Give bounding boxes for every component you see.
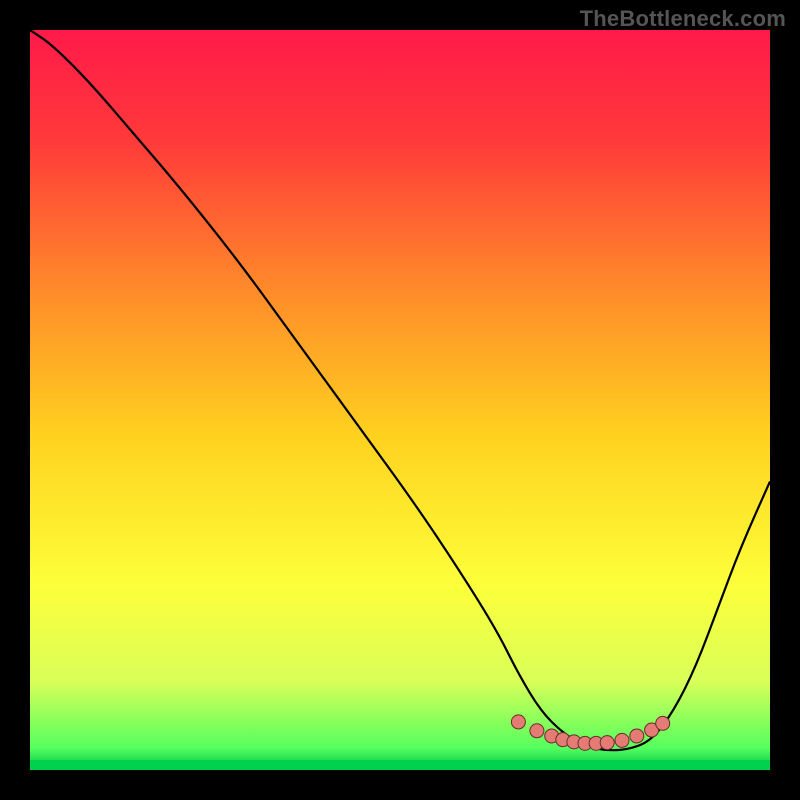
optimal-marker	[630, 729, 644, 743]
optimal-marker	[530, 724, 544, 738]
optimal-marker	[615, 733, 629, 747]
chart-stage: TheBottleneck.com	[0, 0, 800, 800]
optimal-marker	[511, 715, 525, 729]
green-band	[30, 760, 770, 770]
bottleneck-plot	[30, 30, 770, 770]
optimal-marker	[656, 716, 670, 730]
optimal-marker	[600, 736, 614, 750]
watermark-text: TheBottleneck.com	[580, 6, 786, 32]
